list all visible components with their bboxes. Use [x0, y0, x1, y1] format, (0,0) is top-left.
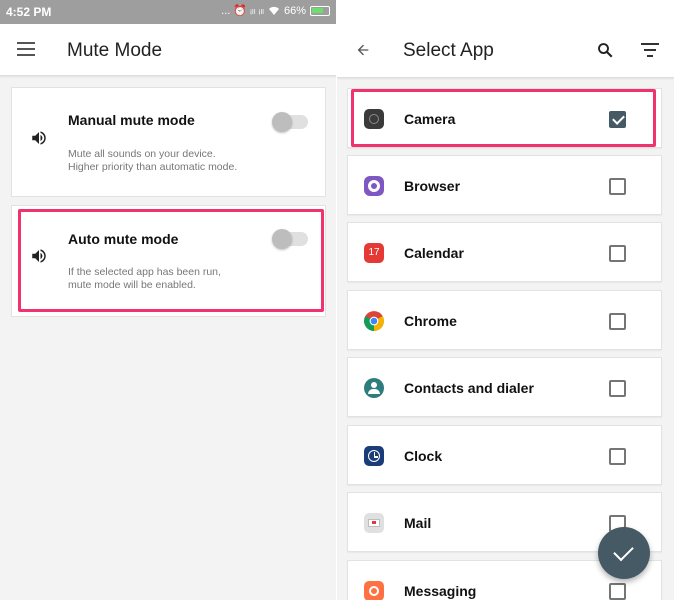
app-bar: Select App	[337, 0, 674, 78]
app-row-calendar[interactable]: 17 Calendar	[347, 222, 662, 282]
app-row-contacts[interactable]: Contacts and dialer	[347, 357, 662, 417]
app-checkbox[interactable]	[609, 178, 626, 195]
page-title: Mute Mode	[67, 40, 163, 61]
browser-icon	[364, 176, 384, 196]
manual-mute-card: Manual mute mode Mute all sounds on your…	[11, 87, 326, 197]
status-icons-text: ... ⏰ ᵢₗₗ ᵢₗₗ	[221, 5, 264, 17]
chrome-icon	[364, 311, 384, 331]
app-name: Browser	[404, 178, 461, 194]
auto-mute-card: Auto mute mode If the selected app has b…	[11, 205, 326, 317]
auto-mute-description: If the selected app has been run, mute m…	[68, 266, 221, 291]
manual-mute-title: Manual mute mode	[68, 112, 195, 128]
app-checkbox[interactable]	[609, 448, 626, 465]
status-bar: 4:52 PM ... ⏰ ᵢₗₗ ᵢₗₗ 66%	[0, 0, 336, 24]
page-title: Select App	[403, 40, 494, 61]
status-indicators: ... ⏰ ᵢₗₗ ᵢₗₗ 66%	[221, 4, 330, 17]
app-row-browser[interactable]: Browser	[347, 155, 662, 215]
toggle-knob	[272, 112, 292, 132]
app-row-camera[interactable]: Camera	[347, 88, 662, 148]
back-arrow-icon[interactable]	[354, 42, 372, 58]
auto-mute-title: Auto mute mode	[68, 231, 179, 247]
hamburger-menu-icon[interactable]	[17, 42, 35, 56]
mute-mode-screen: 4:52 PM ... ⏰ ᵢₗₗ ᵢₗₗ 66% Mute Mode Manu…	[0, 0, 336, 600]
battery-icon	[310, 5, 330, 16]
wifi-icon	[268, 6, 279, 15]
toggle-knob	[272, 229, 292, 249]
calendar-icon: 17	[364, 243, 384, 263]
app-row-chrome[interactable]: Chrome	[347, 290, 662, 350]
app-bar: Mute Mode	[0, 24, 336, 76]
calendar-icon-date: 17	[368, 247, 380, 258]
confirm-fab-button[interactable]	[598, 527, 650, 579]
app-checkbox[interactable]	[609, 245, 626, 262]
mail-icon	[364, 513, 384, 533]
speaker-icon	[32, 249, 46, 263]
select-app-screen: Select App Camera Browser 17 Calendar Ch…	[337, 0, 674, 600]
app-checkbox[interactable]	[609, 111, 626, 128]
messaging-icon	[364, 581, 384, 600]
speaker-icon	[32, 131, 46, 145]
app-name: Camera	[404, 111, 456, 127]
auto-mute-toggle[interactable]	[272, 229, 308, 249]
battery-percentage: 66%	[283, 4, 306, 17]
app-name: Contacts and dialer	[404, 380, 534, 396]
status-time: 4:52 PM	[6, 5, 52, 19]
camera-icon	[364, 109, 384, 129]
app-checkbox[interactable]	[609, 313, 626, 330]
app-name: Clock	[404, 448, 443, 464]
app-checkbox[interactable]	[609, 583, 626, 600]
app-name: Chrome	[404, 313, 457, 329]
app-name: Messaging	[404, 583, 477, 599]
app-checkbox[interactable]	[609, 380, 626, 397]
clock-icon	[364, 446, 384, 466]
contacts-icon	[364, 378, 384, 398]
search-icon[interactable]	[596, 41, 614, 59]
filter-icon[interactable]	[641, 43, 659, 57]
app-row-clock[interactable]: Clock	[347, 425, 662, 485]
app-name: Calendar	[404, 245, 464, 261]
manual-mute-description: Mute all sounds on your device. Higher p…	[68, 148, 238, 173]
app-name: Mail	[404, 515, 432, 531]
manual-mute-toggle[interactable]	[272, 112, 308, 132]
